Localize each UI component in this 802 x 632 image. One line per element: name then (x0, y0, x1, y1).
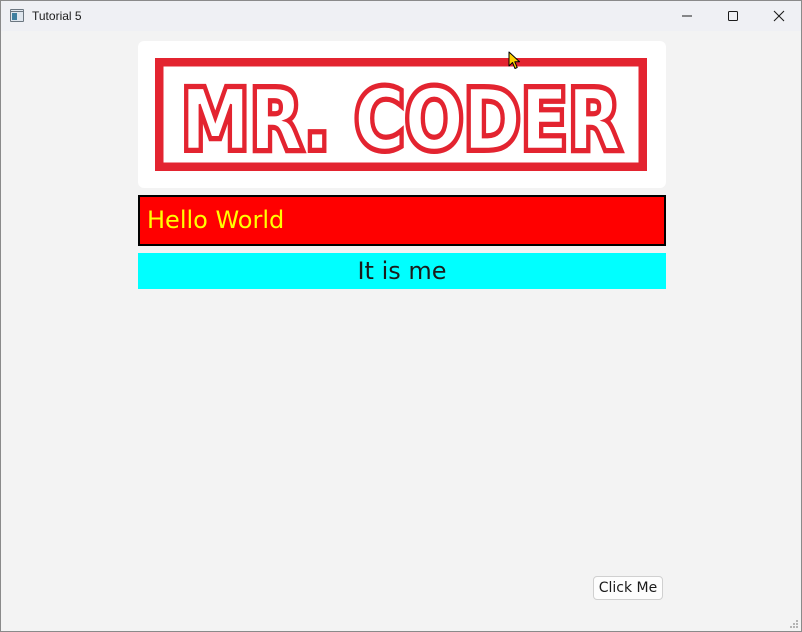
mouse-cursor-icon (508, 51, 520, 69)
close-button[interactable] (756, 1, 801, 31)
app-icon (10, 9, 24, 22)
app-window: Tutorial 5 MR. CODER MR. CODER Hello Wor… (0, 0, 802, 632)
logo-text-inline: MR. CODER (181, 71, 621, 169)
resize-grip-icon[interactable] (789, 619, 799, 629)
mr-coder-logo: MR. CODER MR. CODER (155, 58, 647, 171)
click-me-button[interactable]: Click Me (593, 576, 663, 600)
minimize-button[interactable] (664, 1, 710, 31)
close-icon (773, 10, 785, 22)
title-bar[interactable]: Tutorial 5 (1, 1, 801, 31)
maximize-icon (728, 11, 738, 21)
window-title: Tutorial 5 (32, 9, 82, 23)
minimize-icon (682, 15, 692, 17)
maximize-button[interactable] (710, 1, 756, 31)
hello-world-label: Hello World (138, 195, 666, 246)
it-is-me-label: It is me (138, 253, 666, 289)
logo-image: MR. CODER MR. CODER (138, 41, 666, 188)
client-area: MR. CODER MR. CODER Hello World It is me… (1, 31, 801, 631)
